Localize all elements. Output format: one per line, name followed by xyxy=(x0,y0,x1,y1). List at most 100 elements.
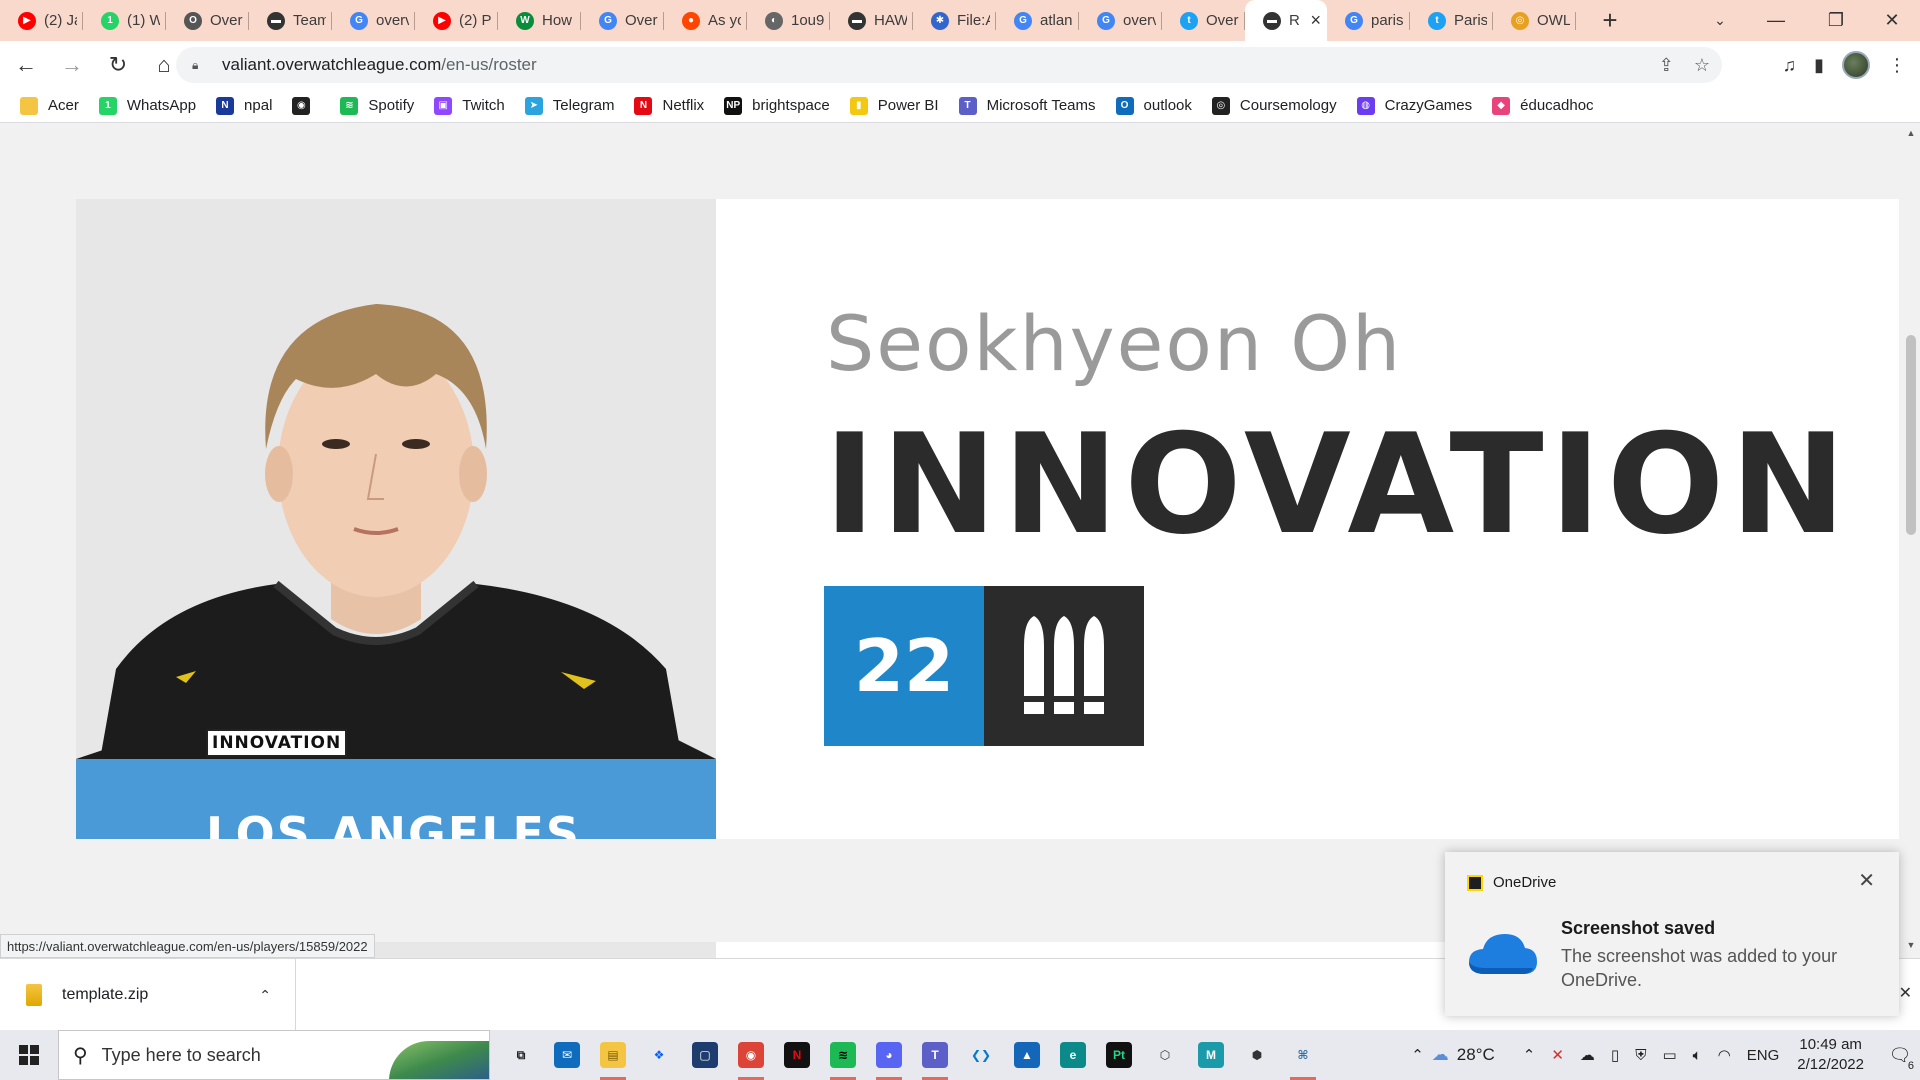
new-tab-button[interactable]: + xyxy=(1590,0,1630,41)
browser-tab[interactable]: Gatlan xyxy=(996,0,1079,41)
player-card[interactable]: INNOVATION LOS ANGELES Seokhyeon Oh INNO… xyxy=(76,199,1899,839)
language-indicator[interactable]: ENG xyxy=(1747,1047,1780,1064)
unity-hub-icon[interactable]: ⬢ xyxy=(1234,1030,1280,1080)
browser-tab[interactable]: ◎ OWL xyxy=(1493,0,1576,41)
chevron-up-icon[interactable]: ⌃ xyxy=(259,987,271,1004)
volume-icon[interactable]: 🔈︎ xyxy=(1693,1047,1702,1064)
chevron-icon[interactable]: ⌃ xyxy=(1411,1046,1424,1064)
menu-icon[interactable]: ⋮ xyxy=(1888,55,1906,76)
file-explorer-icon[interactable]: ▤ xyxy=(590,1030,636,1080)
mail-icon[interactable]: ✉ xyxy=(544,1030,590,1080)
bookmark-item[interactable]: 1 WhatsApp xyxy=(98,96,196,115)
browser-tab[interactable]: 1 (1) W xyxy=(83,0,166,41)
vscode-icon[interactable]: ❮❯ xyxy=(958,1030,1004,1080)
page-scrollbar[interactable]: ▲ ▼ xyxy=(1902,124,1920,958)
bookmark-item[interactable]: NP brightspace xyxy=(724,96,830,115)
scroll-thumb[interactable] xyxy=(1906,335,1916,535)
jersey-name-patch: INNOVATION xyxy=(206,729,348,757)
unity-icon[interactable]: ⬡ xyxy=(1142,1030,1188,1080)
tab-title: (2) P xyxy=(459,12,492,29)
python-icon[interactable]: ⌘ xyxy=(1280,1030,1326,1080)
url-text[interactable]: valiant.overwatchleague.com/en-us/roster xyxy=(222,55,537,75)
bookmark-item[interactable]: ▮ Power BI xyxy=(849,96,939,115)
start-button[interactable] xyxy=(0,1030,58,1080)
minimize-button[interactable]: — xyxy=(1746,0,1806,41)
show-hidden-icons-icon[interactable]: ⌃ xyxy=(1523,1046,1536,1064)
notification-center-button[interactable]: 🗨︎ 6 xyxy=(1880,1030,1920,1080)
browser-tab[interactable]: t Over xyxy=(1162,0,1245,41)
browser-tab[interactable]: O Over xyxy=(166,0,249,41)
browser-tab[interactable]: ▬ Team xyxy=(249,0,332,41)
download-item[interactable]: template.zip ⌃ xyxy=(0,959,296,1031)
dropbox-icon[interactable]: ❖ xyxy=(636,1030,682,1080)
close-icon[interactable]: ✕ xyxy=(1858,868,1875,893)
scroll-down-arrow[interactable]: ▼ xyxy=(1906,940,1916,950)
bookmark-item[interactable]: ◉ xyxy=(292,96,320,115)
taskbar-app-glyph: ▲ xyxy=(1014,1042,1040,1068)
tab-search-icon[interactable]: ⌄ xyxy=(1690,0,1750,41)
network-alert-icon[interactable]: ✕ xyxy=(1551,1046,1564,1064)
bookmark-star-icon[interactable]: ☆ xyxy=(1694,55,1710,76)
back-button[interactable]: ← xyxy=(6,45,46,85)
lock-icon[interactable]: 🔒︎ xyxy=(192,58,206,72)
security-icon[interactable]: ⛨ xyxy=(1635,1047,1646,1064)
edge-icon[interactable]: e xyxy=(1050,1030,1096,1080)
browser-tab[interactable]: ▬ R × xyxy=(1245,0,1327,41)
teams-icon[interactable]: T xyxy=(912,1030,958,1080)
browser-tab[interactable]: ▬ HAW xyxy=(830,0,913,41)
bookmark-item[interactable]: ◎ Coursemology xyxy=(1211,96,1337,115)
bookmark-item[interactable]: ◍ CrazyGames xyxy=(1356,96,1472,115)
bookmark-item[interactable]: T Microsoft Teams xyxy=(958,96,1096,115)
onedrive-notification[interactable]: OneDrive ✕ Screenshot saved The screensh… xyxy=(1445,852,1899,1016)
media-control-icon[interactable]: ♫ xyxy=(1783,55,1797,76)
share-icon[interactable]: ⇪ xyxy=(1659,55,1674,76)
close-window-button[interactable]: ✕ xyxy=(1862,0,1920,41)
browser-tab[interactable]: W How xyxy=(498,0,581,41)
weather-widget[interactable]: ☁ 28°C xyxy=(1432,1045,1495,1065)
pycharm-icon[interactable]: Pt xyxy=(1096,1030,1142,1080)
browser-tab[interactable]: ◐ 1ou9 xyxy=(747,0,830,41)
bookmark-item[interactable]: Acer xyxy=(20,96,79,115)
browser-tab[interactable]: ▶ (2) Ja xyxy=(0,0,83,41)
browser-tab[interactable]: ▶ (2) P xyxy=(415,0,498,41)
browser-tab[interactable]: Goverv xyxy=(332,0,415,41)
reload-button[interactable]: ↻ xyxy=(98,45,138,85)
close-tab-icon[interactable]: × xyxy=(1310,10,1321,31)
close-download-bar-icon[interactable]: ✕ xyxy=(1899,983,1912,1003)
tab-favicon-icon: G xyxy=(350,11,368,30)
clock[interactable]: 10:49 am 2/12/2022 xyxy=(1797,1035,1864,1075)
device-icon[interactable]: ▯ xyxy=(1611,1046,1619,1064)
tab-favicon-icon: G xyxy=(599,11,617,30)
browser-tab[interactable]: ✱ File:A xyxy=(913,0,996,41)
forward-button[interactable]: → xyxy=(52,45,92,85)
battery-icon[interactable]: ▭ xyxy=(1662,1046,1676,1064)
bookmark-item[interactable]: ◆ éducadhoc xyxy=(1492,96,1594,115)
bookmark-item[interactable]: ≋ Spotify xyxy=(340,96,414,115)
bookmark-item[interactable]: ▣ Twitch xyxy=(434,96,505,115)
task-view-icon[interactable]: ⧉ xyxy=(498,1030,544,1080)
app-blue-icon[interactable]: ▢ xyxy=(682,1030,728,1080)
taskbar-search[interactable]: ⚲ Type here to search xyxy=(58,1030,490,1080)
bookmark-item[interactable]: ➤ Telegram xyxy=(524,96,614,115)
onedrive-tray-icon[interactable]: ☁ xyxy=(1580,1046,1595,1064)
profile-avatar[interactable] xyxy=(1842,51,1870,79)
bookmark-item[interactable]: Ooutlook xyxy=(1115,96,1192,115)
wifi-icon[interactable]: ◠ xyxy=(1718,1046,1731,1064)
bookmark-item[interactable]: N Netflix xyxy=(634,96,704,115)
bookmark-item[interactable]: Nnpal xyxy=(216,96,272,115)
side-panel-icon[interactable]: ▮ xyxy=(1814,55,1824,76)
scroll-up-arrow[interactable]: ▲ xyxy=(1906,128,1916,138)
discord-icon[interactable]: ◕ xyxy=(866,1030,912,1080)
photos-icon[interactable]: ▲ xyxy=(1004,1030,1050,1080)
browser-tab[interactable]: Gparis xyxy=(1327,0,1410,41)
browser-tab[interactable]: ● As yo xyxy=(664,0,747,41)
browser-tab[interactable]: G Over xyxy=(581,0,664,41)
maya-icon[interactable]: M xyxy=(1188,1030,1234,1080)
browser-tab[interactable]: Goverv xyxy=(1079,0,1162,41)
chrome-icon[interactable]: ◉ xyxy=(728,1030,774,1080)
address-bar[interactable]: 🔒︎ valiant.overwatchleague.com/en-us/ros… xyxy=(176,47,1722,83)
spotify-icon[interactable]: ≋ xyxy=(820,1030,866,1080)
netflix-icon[interactable]: N xyxy=(774,1030,820,1080)
maximize-button[interactable]: ❐ xyxy=(1806,0,1866,41)
browser-tab[interactable]: t Paris xyxy=(1410,0,1493,41)
